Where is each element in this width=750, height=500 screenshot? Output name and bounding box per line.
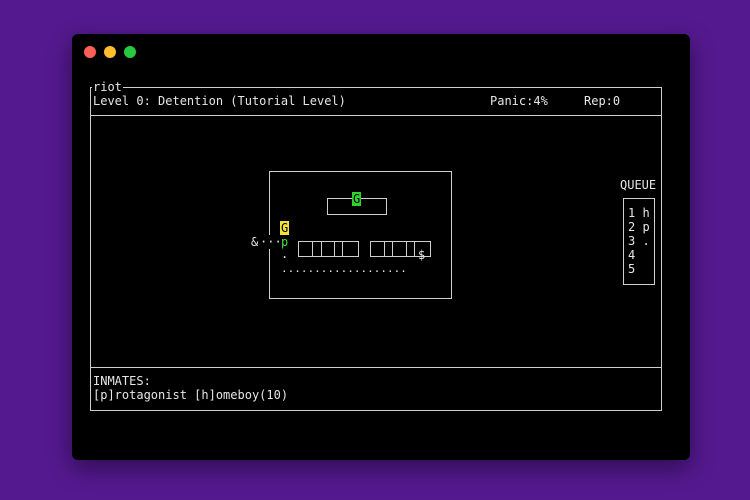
zoom-window-button[interactable] [124, 46, 136, 58]
close-window-button[interactable] [84, 46, 96, 58]
minimize-window-button[interactable] [104, 46, 116, 58]
dotted-floor-row: ................... [281, 262, 407, 275]
left-bench [298, 241, 359, 257]
left-bench-divider [312, 241, 313, 256]
terminal-window: riot Level 0: Detention (Tutorial Level)… [72, 34, 690, 460]
floor-dot: . [281, 247, 289, 261]
right-bench-divider [392, 241, 393, 256]
queue-slot-3: 3 . [628, 234, 650, 248]
queue-label: QUEUE [620, 178, 657, 192]
prison-room [269, 171, 452, 299]
queue-slot-1: 1 h [628, 206, 650, 220]
level-name: Level 0: Detention (Tutorial Level) [93, 94, 346, 108]
rep-counter: Rep:0 [584, 94, 621, 108]
guard-left: G [280, 221, 290, 235]
guard-top: G [352, 192, 362, 206]
inmates-list: [p]rotagonist [h]omeboy(10) [93, 388, 289, 402]
queue-slot-4: 4 [628, 248, 636, 262]
left-bench-divider [342, 241, 343, 256]
status-divider [90, 115, 662, 116]
inmates-divider [90, 367, 662, 368]
right-bench-divider [406, 241, 407, 256]
left-bench-divider [334, 241, 335, 256]
ampersand-object: & [251, 235, 259, 249]
window-title: riot [92, 80, 123, 94]
queue-slot-2: 2 p [628, 220, 650, 234]
right-bench-divider [384, 241, 385, 256]
right-bench-divider [414, 241, 415, 256]
left-bench-divider [321, 241, 322, 256]
panic-meter: Panic:4% [490, 94, 548, 108]
dotted-trail: ··· [260, 235, 282, 249]
inmates-label: INMATES: [93, 374, 151, 388]
money-pickup: $ [418, 248, 426, 262]
queue-slot-5: 5 [628, 262, 636, 276]
